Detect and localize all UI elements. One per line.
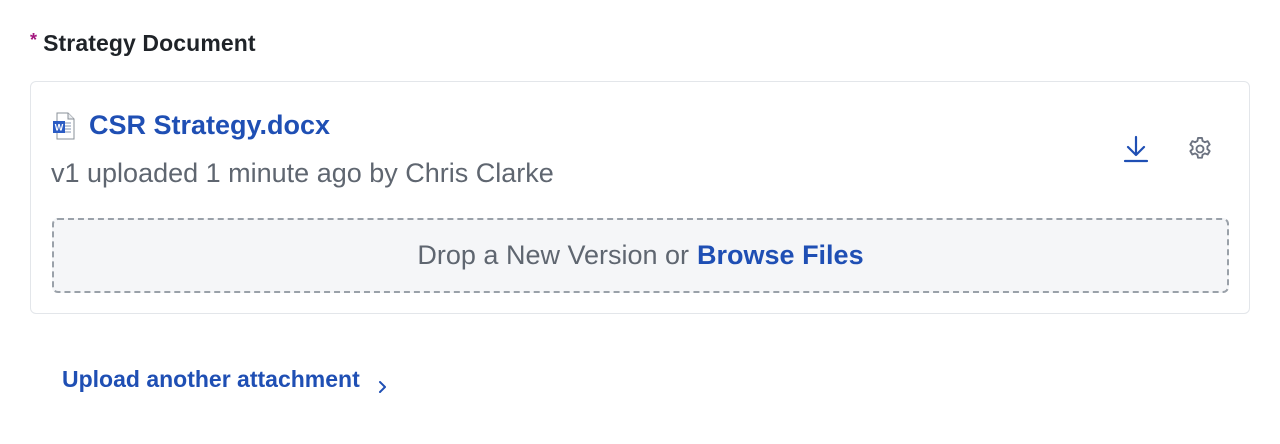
browse-files-link[interactable]: Browse Files [697,240,864,271]
svg-text:W: W [55,122,64,132]
upload-another-label: Upload another attachment [62,366,360,392]
word-document-icon: W [53,112,75,140]
file-meta: v1 uploaded 1 minute ago by Chris Clarke [51,158,554,188]
download-icon [1123,134,1149,169]
dropzone-prompt: Drop a New Version or [417,240,690,270]
field-label-text: Strategy Document [43,30,256,56]
gear-icon [1186,135,1214,168]
required-marker: * [30,30,38,50]
file-actions [1121,134,1215,169]
upload-another-attachment-link[interactable]: Upload another attachment [62,366,390,393]
attachment-card: W CSR Strategy.docx v1 uploaded 1 minute… [30,81,1250,314]
file-row: W CSR Strategy.docx [53,110,330,141]
file-dropzone[interactable]: Drop a New Version or Browse Files [52,218,1229,293]
field-label: * Strategy Document [30,30,256,57]
file-name-link[interactable]: CSR Strategy.docx [89,110,330,141]
chevron-right-icon [376,373,390,393]
download-button[interactable] [1121,134,1151,169]
settings-button[interactable] [1185,136,1215,166]
